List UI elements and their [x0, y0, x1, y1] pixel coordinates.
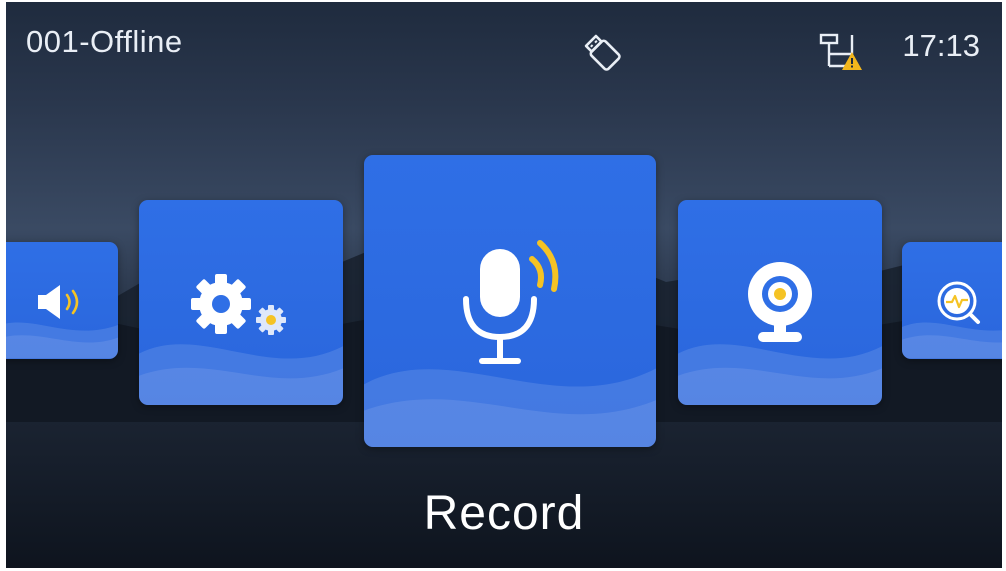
webcam-icon	[748, 262, 812, 342]
heartbeat-search-icon	[937, 281, 980, 324]
home-screen: 001-Offline 17:13 Record	[6, 2, 1002, 568]
settings-card[interactable]	[139, 200, 343, 405]
network-warning-icon	[819, 33, 862, 70]
volume-card[interactable]	[6, 242, 118, 359]
camera-card[interactable]	[678, 200, 882, 405]
device-status-label: 001-Offline	[26, 24, 183, 59]
selected-item-caption: Record	[423, 487, 585, 540]
gears-icon	[191, 274, 286, 335]
usb-icon	[584, 34, 621, 71]
speaker-icon	[38, 285, 79, 319]
microphone-icon	[463, 240, 559, 364]
diagnostics-card[interactable]	[902, 242, 1002, 359]
record-card[interactable]	[364, 155, 656, 447]
clock: 17:13	[902, 28, 980, 63]
